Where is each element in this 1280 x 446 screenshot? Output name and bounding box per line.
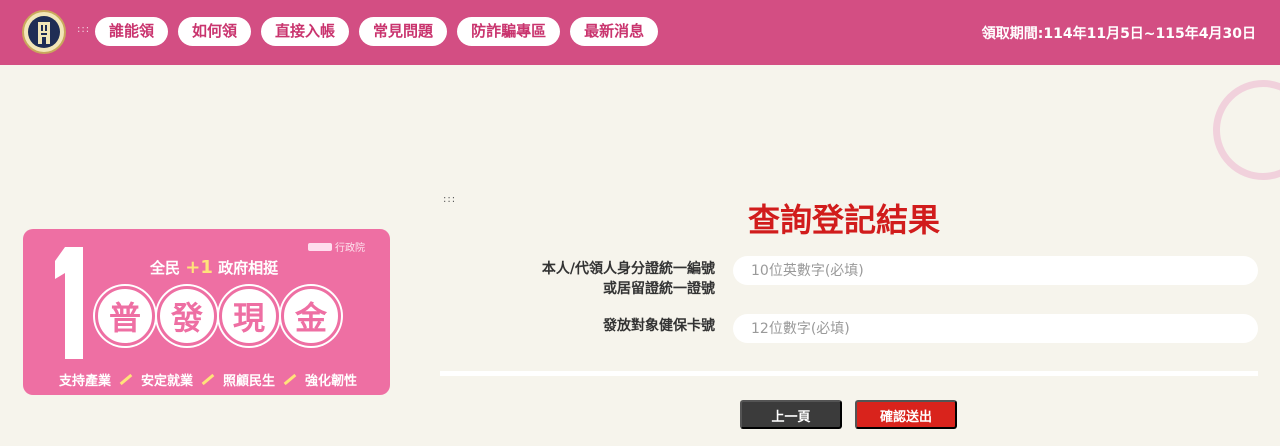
banner-circle-char: 現 bbox=[219, 286, 279, 346]
campaign-banner: 行政院 全民 +1 政府相挺 普 發 現 金 支持產業 安定就業 照顧民生 強化… bbox=[23, 229, 390, 395]
id-label-line2: 或居留證統一證號 bbox=[603, 281, 715, 297]
slash-icon bbox=[119, 373, 133, 386]
decorative-ring bbox=[1213, 80, 1280, 180]
banner-circle-char: 金 bbox=[281, 286, 341, 346]
big-number-one bbox=[55, 247, 83, 359]
logo-emblem-icon bbox=[28, 16, 60, 48]
claim-period: 領取期間:114年11月5日~115年4月30日 bbox=[981, 26, 1256, 42]
submit-button[interactable]: 確認送出 bbox=[855, 400, 957, 429]
slogan-plus: +1 bbox=[185, 257, 213, 278]
banner-tag: 照顧民生 bbox=[223, 374, 276, 389]
nav-direct-deposit[interactable]: 直接入帳 bbox=[261, 17, 350, 46]
banner-tag: 支持產業 bbox=[59, 374, 112, 389]
page-title: 查詢登記結果 bbox=[748, 201, 941, 239]
top-navigation-bar: ::: 誰能領 如何領 直接入帳 常見問題 防詐騙專區 最新消息 領取期間:11… bbox=[0, 0, 1280, 65]
id-number-label: 本人/代領人身分證統一編號 或居留證統一證號 bbox=[542, 259, 715, 299]
nav-faq[interactable]: 常見問題 bbox=[359, 17, 448, 46]
slogan-suffix: 政府相挺 bbox=[218, 259, 279, 277]
health-card-input[interactable] bbox=[733, 314, 1258, 343]
nav-how-to-claim[interactable]: 如何領 bbox=[178, 17, 252, 46]
main-nav: 誰能領 如何領 直接入帳 常見問題 防詐騙專區 最新消息 bbox=[95, 17, 659, 46]
executive-yuan-mark-icon bbox=[308, 242, 332, 251]
banner-tag: 強化韌性 bbox=[305, 374, 358, 389]
banner-slogan: 全民 +1 政府相挺 bbox=[150, 257, 278, 278]
site-logo[interactable] bbox=[22, 10, 66, 54]
accesskey-top[interactable]: ::: bbox=[77, 24, 90, 35]
nav-anti-fraud[interactable]: 防詐騙專區 bbox=[457, 17, 561, 46]
banner-circle-char: 普 bbox=[95, 286, 155, 346]
agency-name: 行政院 bbox=[335, 243, 365, 254]
slash-icon bbox=[201, 373, 215, 386]
previous-page-button[interactable]: 上一頁 bbox=[740, 400, 842, 429]
nav-who-eligible[interactable]: 誰能領 bbox=[95, 17, 169, 46]
banner-bottom-line: 支持產業 安定就業 照顧民生 強化韌性 bbox=[59, 370, 357, 389]
form-divider bbox=[440, 371, 1258, 376]
banner-circles: 普 發 現 金 bbox=[95, 286, 341, 346]
accesskey-content[interactable]: ::: bbox=[443, 194, 456, 205]
health-card-label: 發放對象健保卡號 bbox=[603, 318, 715, 334]
banner-tag: 安定就業 bbox=[141, 374, 194, 389]
slash-icon bbox=[283, 373, 297, 386]
slogan-prefix: 全民 bbox=[150, 259, 181, 277]
id-label-line1: 本人/代領人身分證統一編號 bbox=[541, 261, 715, 277]
banner-circle-char: 發 bbox=[157, 286, 217, 346]
executive-yuan-logo: 行政院 bbox=[308, 239, 365, 254]
nav-latest-news[interactable]: 最新消息 bbox=[570, 17, 659, 46]
id-number-input[interactable] bbox=[733, 256, 1258, 285]
